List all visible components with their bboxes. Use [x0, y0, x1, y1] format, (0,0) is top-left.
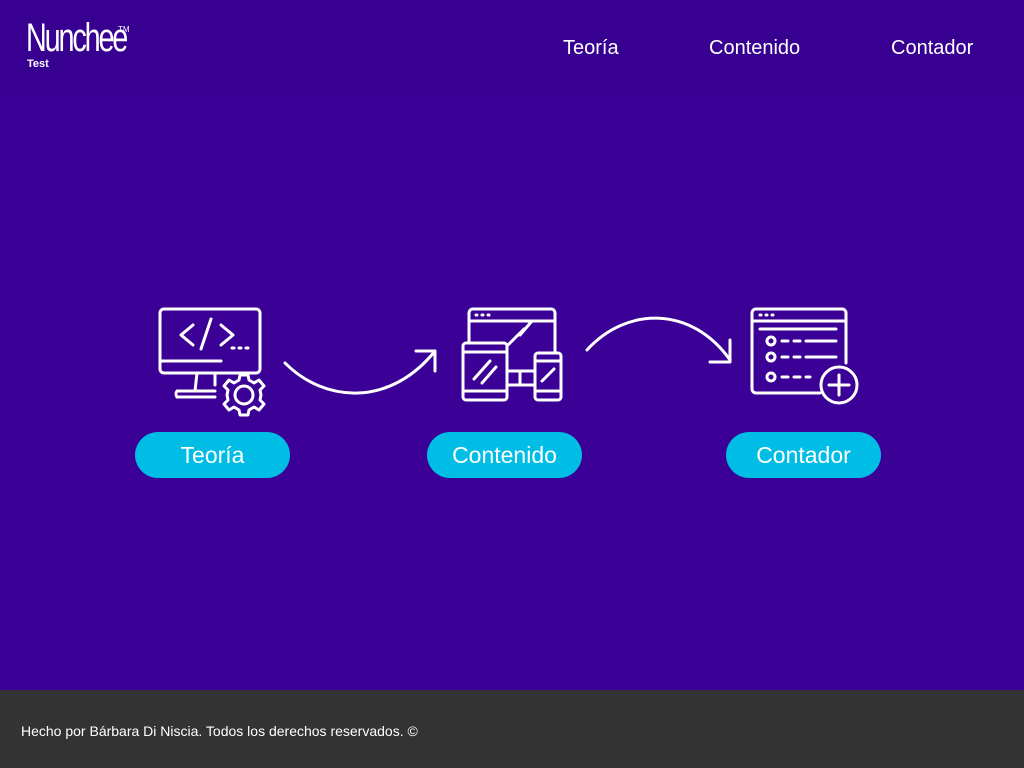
contenido-button[interactable]: Contenido — [427, 432, 582, 478]
nav-link-teoria[interactable]: Teoría — [563, 36, 619, 60]
logo-wordmark: Nunchee — [26, 16, 128, 60]
nav-link-contador[interactable]: Contador — [891, 36, 973, 60]
logo-subtitle: Test — [27, 58, 49, 70]
curved-arrow-icon — [283, 349, 437, 395]
code-monitor-gear-icon — [158, 307, 266, 417]
logo[interactable]: Nunchee TM Test — [26, 18, 136, 72]
logo-trademark: TM — [118, 25, 130, 34]
site-header: Nunchee TM Test Teoría Contenido Contado… — [0, 0, 1024, 94]
list-add-icon — [750, 307, 859, 405]
responsive-devices-icon — [461, 307, 563, 402]
curved-arrow-icon — [585, 316, 732, 364]
nav-link-contenido[interactable]: Contenido — [709, 36, 800, 60]
copyright-text: Hecho por Bárbara Di Niscia. Todos los d… — [21, 723, 418, 739]
contador-button[interactable]: Contador — [726, 432, 881, 478]
teoria-button[interactable]: Teoría — [135, 432, 290, 478]
site-footer: Hecho por Bárbara Di Niscia. Todos los d… — [0, 690, 1024, 768]
